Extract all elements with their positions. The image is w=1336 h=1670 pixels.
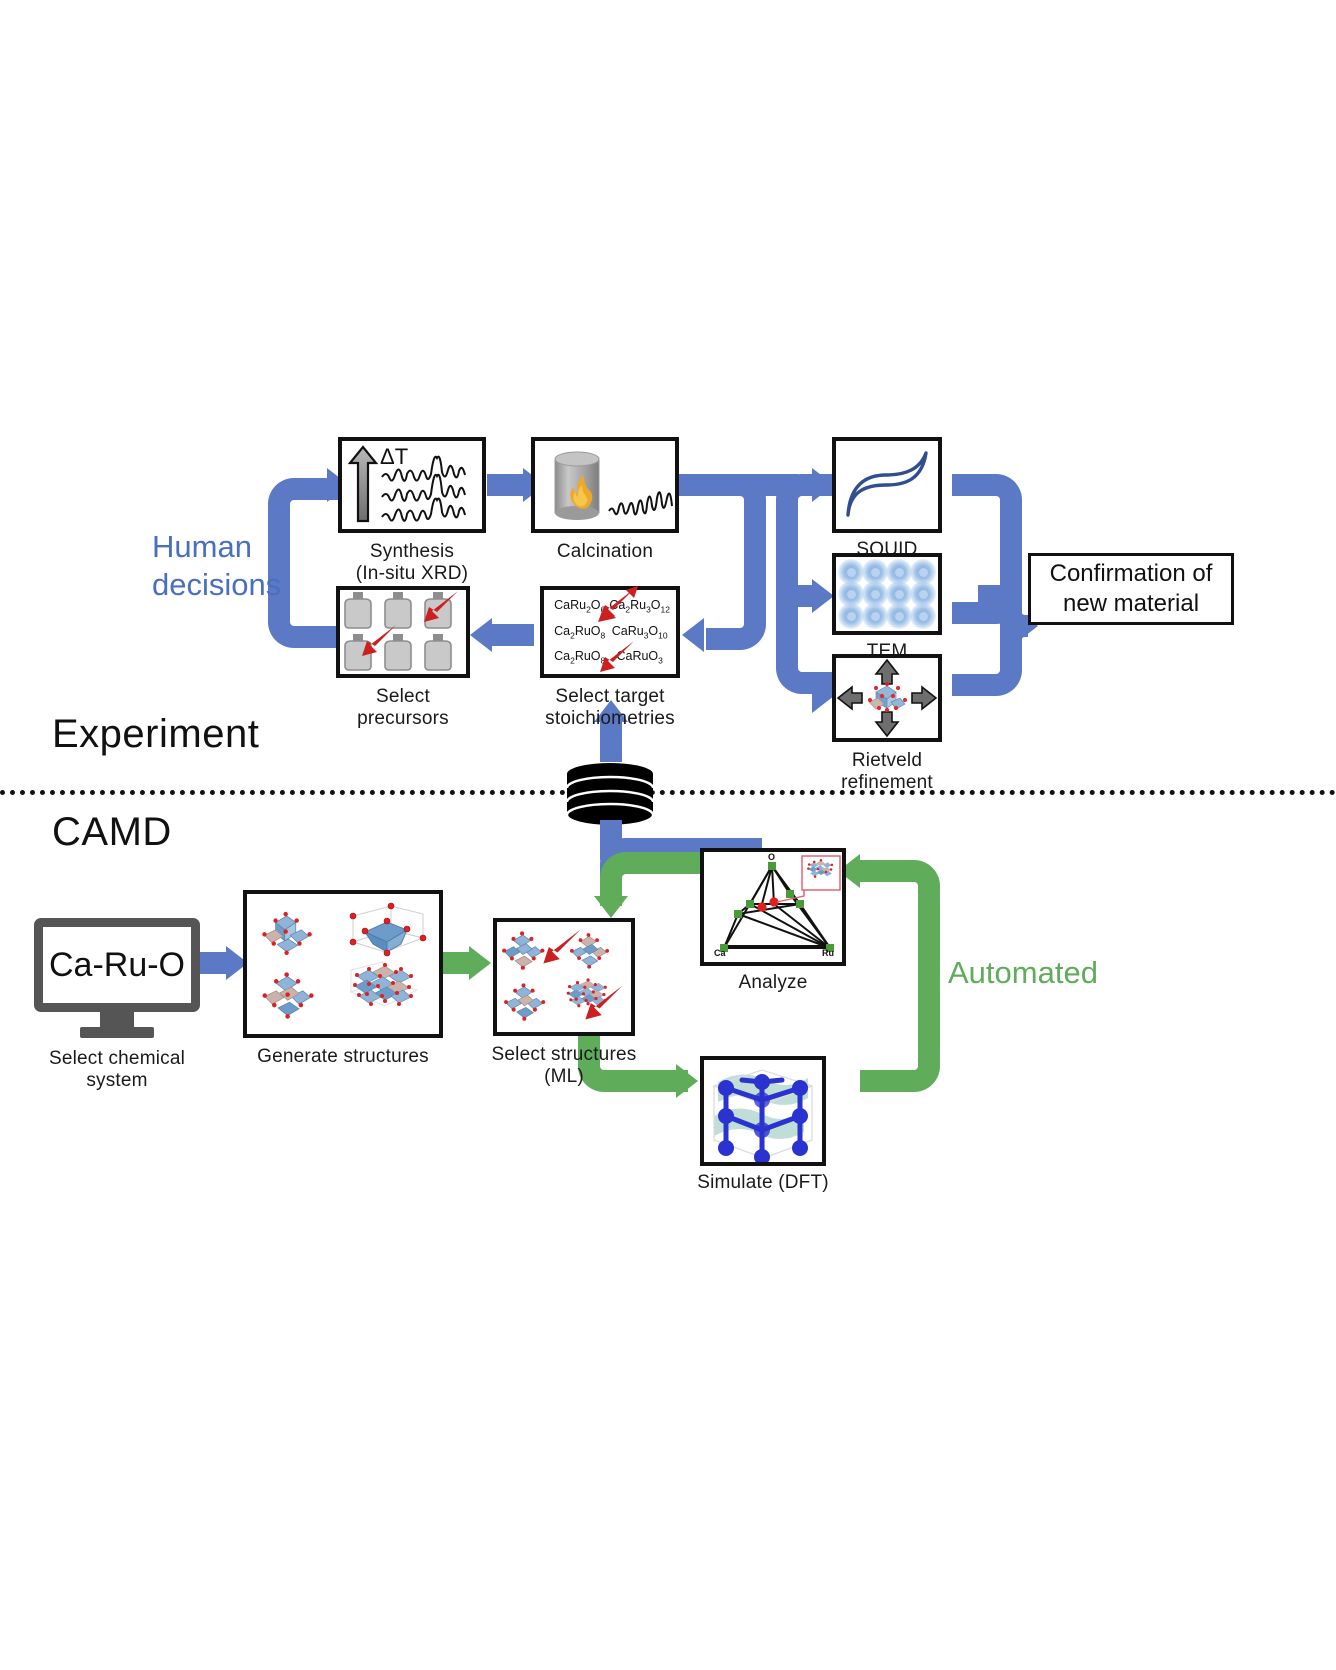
panel-simulate-dft[interactable] bbox=[700, 1056, 826, 1166]
panel-select-precursors[interactable] bbox=[336, 586, 470, 678]
database-icon[interactable] bbox=[562, 762, 658, 828]
caption-precursors-line2: precursors bbox=[357, 707, 449, 729]
confirmation-line2: new material bbox=[1062, 590, 1200, 617]
caption-calcination: Calcination bbox=[523, 541, 687, 563]
flow-blue-arrow-rietveld bbox=[812, 679, 834, 713]
svg-text:O: O bbox=[768, 852, 775, 862]
panel-calcination[interactable] bbox=[531, 437, 679, 533]
caption-simulate-dft: Simulate (DFT) bbox=[688, 1172, 838, 1194]
red-selection-arrow-ml-top bbox=[543, 927, 583, 964]
synthesis-xrd-graphic bbox=[347, 445, 466, 523]
caption-generate-structures: Generate structures bbox=[233, 1046, 453, 1068]
ternary-phase-diagram: O Ca Ru bbox=[714, 852, 841, 958]
red-selection-arrow-precursor-top bbox=[424, 589, 460, 622]
panel-select-target-stoichiometries[interactable]: CaRu2O6 Ca2Ru3O12 Ca2RuO8 CaRu3O10 Ca2Ru… bbox=[540, 586, 680, 678]
flow-green-simulate-to-analyze bbox=[860, 860, 940, 1092]
caption-ml-line2: (ML) bbox=[544, 1065, 584, 1087]
flow-green-arrow-select bbox=[469, 946, 491, 980]
caption-rietveld: Rietveld refinement bbox=[822, 750, 952, 794]
flow-blue-arrow-to-stoich bbox=[682, 618, 704, 652]
calcination-furnace-graphic bbox=[554, 451, 673, 520]
flow-blue-stoich-to-precursors bbox=[492, 624, 534, 646]
caption-calcination-line1: Calcination bbox=[556, 541, 654, 562]
caption-synthesis-line1: Synthesis bbox=[369, 541, 455, 562]
flow-blue-arrow-precursors bbox=[470, 618, 492, 652]
human-decisions-line1: Human bbox=[152, 529, 252, 564]
caption-chem-line2: system bbox=[86, 1069, 148, 1091]
caption-stoich-line2: stoichiometries bbox=[545, 707, 675, 729]
caption-synthesis: Synthesis (In-situ XRD) bbox=[330, 541, 494, 585]
panel-select-structures-ml[interactable] bbox=[493, 918, 635, 1036]
red-selection-arrow-stoich-top bbox=[598, 586, 638, 622]
monitor-neck bbox=[100, 1012, 134, 1028]
flow-blue-recycle-elbow bbox=[706, 474, 766, 650]
monitor-select-chemical-system[interactable]: Ca-Ru-O bbox=[34, 918, 200, 1012]
human-decisions-label: Human decisions bbox=[152, 528, 332, 604]
caption-ml-line1: Select structures bbox=[491, 1044, 637, 1065]
flow-green-arrow-down-to-select bbox=[594, 896, 628, 918]
caption-synthesis-line2: (In-situ XRD) bbox=[355, 562, 469, 584]
panel-generate-structures[interactable] bbox=[243, 890, 443, 1038]
caption-precursors-line1: Select bbox=[375, 686, 430, 707]
caption-rietveld-line1: Rietveld bbox=[851, 750, 923, 771]
caption-select-structures-ml: Select structures (ML) bbox=[482, 1044, 646, 1088]
flow-green-arrow-simulate bbox=[676, 1064, 698, 1098]
panel-analyze[interactable]: O Ca Ru bbox=[700, 848, 846, 966]
caption-generate-line1: Generate structures bbox=[257, 1046, 429, 1067]
svg-text:Ca: Ca bbox=[714, 948, 726, 958]
caption-analyze: Analyze bbox=[690, 972, 856, 994]
caption-stoich-line1: Select target bbox=[555, 686, 665, 707]
monitor-base bbox=[80, 1027, 154, 1038]
human-decisions-line2: decisions bbox=[152, 566, 282, 602]
confirmation-line1: Confirmation of bbox=[1049, 560, 1213, 587]
generate-structures-graphic bbox=[262, 902, 427, 1019]
delta-t-badge: ΔT bbox=[380, 444, 409, 469]
rietveld-refinement-graphic bbox=[836, 658, 938, 738]
database-stack-graphic bbox=[565, 763, 655, 828]
caption-chem-line1: Select chemical bbox=[48, 1048, 186, 1069]
caption-select-precursors: Select precursors bbox=[326, 686, 480, 730]
section-label-experiment: Experiment bbox=[52, 712, 260, 756]
dft-lattice-graphic bbox=[712, 1069, 814, 1162]
red-selection-arrow-stoich-bottom bbox=[600, 639, 636, 672]
automated-label: Automated bbox=[948, 955, 1098, 990]
red-selection-arrow-precursor-bottom bbox=[362, 623, 398, 656]
tem-dot-grid bbox=[836, 557, 938, 631]
section-divider bbox=[0, 790, 1336, 795]
flow-blue-arrow-tem bbox=[812, 579, 834, 613]
squid-hysteresis-graphic bbox=[846, 451, 928, 517]
panel-squid[interactable] bbox=[832, 437, 942, 533]
caption-analyze-line1: Analyze bbox=[738, 972, 808, 993]
flow-blue-arrow-squid bbox=[812, 468, 834, 502]
caption-select-target-stoichiometries: Select target stoichiometries bbox=[528, 686, 692, 730]
panel-tem[interactable] bbox=[832, 553, 942, 635]
section-label-camd: CAMD bbox=[52, 810, 172, 854]
monitor-text: Ca-Ru-O bbox=[48, 945, 186, 984]
panel-rietveld[interactable] bbox=[832, 654, 942, 742]
panel-synthesis[interactable]: ΔT bbox=[338, 437, 486, 533]
caption-dft-line1: Simulate (DFT) bbox=[697, 1172, 829, 1193]
caption-select-chemical-system: Select chemical system bbox=[32, 1048, 202, 1092]
figure-canvas: ΔT Synthesis (In-situ XRD) Calcination S… bbox=[0, 0, 1336, 1670]
confirmation-box[interactable]: Confirmation of new material bbox=[1028, 553, 1234, 625]
svg-text:Ru: Ru bbox=[822, 948, 834, 958]
red-selection-arrow-ml-bottom bbox=[585, 983, 625, 1020]
